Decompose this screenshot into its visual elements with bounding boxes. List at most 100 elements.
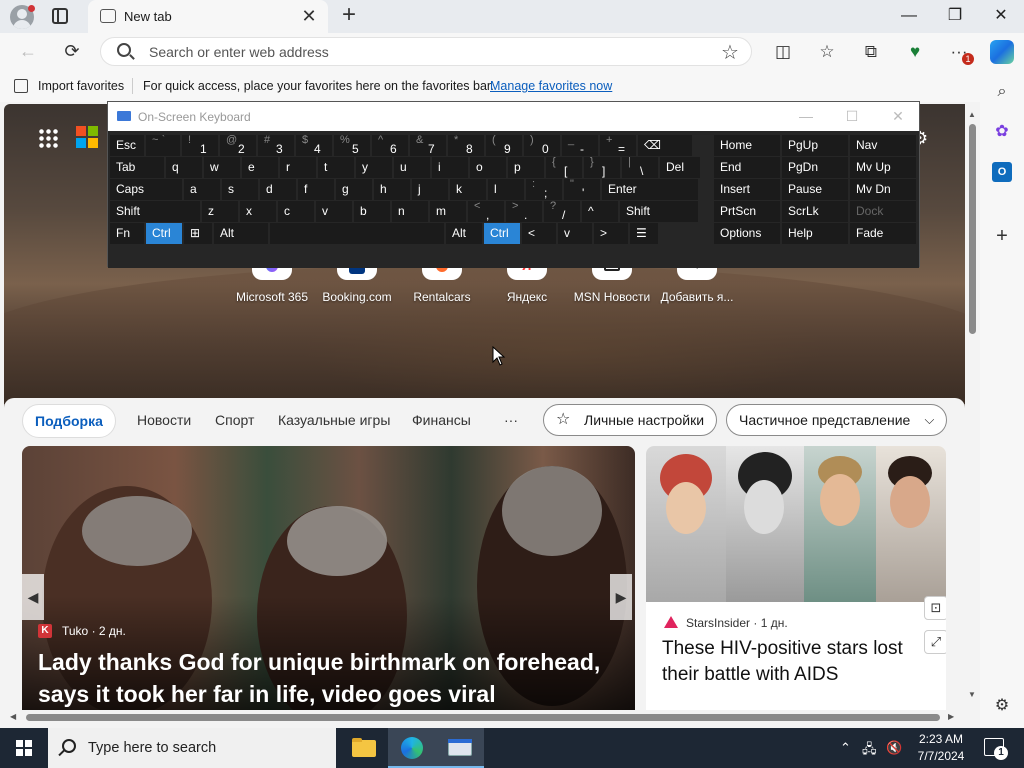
osk-key[interactable]: w	[204, 157, 240, 178]
feed-tab-sport[interactable]: Спорт	[215, 404, 254, 438]
back-button[interactable]: ←	[16, 40, 40, 64]
scroll-right-icon[interactable]: ▶	[948, 712, 954, 721]
osk-key[interactable]: r	[280, 157, 316, 178]
osk-key[interactable]: u	[394, 157, 430, 178]
osk-nav-key[interactable]: End	[714, 157, 780, 178]
tab-close-button[interactable]: ✕	[298, 5, 320, 27]
osk-key[interactable]: s	[222, 179, 258, 200]
osk-key[interactable]: v	[558, 223, 592, 244]
start-button[interactable]	[0, 728, 48, 768]
osk-title-bar[interactable]: On-Screen Keyboard — ☐ ✕	[108, 102, 919, 131]
osk-key[interactable]: n	[392, 201, 428, 222]
osk-key[interactable]: | \	[622, 157, 658, 178]
osk-key[interactable]: >	[594, 223, 628, 244]
osk-nav-key[interactable]: PrtScn	[714, 201, 780, 222]
osk-key[interactable]: " '	[564, 179, 600, 200]
taskbar-search-box[interactable]: Type here to search	[48, 728, 336, 768]
feed-tab-selected[interactable]: Подборка	[22, 404, 116, 438]
osk-close-button[interactable]: ✕	[875, 104, 921, 129]
main-news-card[interactable]: K Tuko · 2 дн. Lady thanks God for uniqu…	[22, 446, 635, 710]
osk-key[interactable]: l	[488, 179, 524, 200]
add-favorite-star-icon[interactable]: ☆	[721, 40, 739, 65]
osk-key[interactable]: e	[242, 157, 278, 178]
image-search-icon[interactable]: ⊡	[924, 596, 946, 620]
osk-key[interactable]: @2	[220, 135, 256, 156]
osk-minimize-button[interactable]: —	[783, 104, 829, 129]
osk-key[interactable]: (9	[486, 135, 522, 156]
osk-key[interactable]: Esc	[110, 135, 144, 156]
outlook-icon[interactable]: O	[992, 162, 1012, 182]
side-card-title[interactable]: These HIV-positive stars lost their batt…	[662, 636, 942, 688]
vertical-scrollbar[interactable]: ▲ ▼	[965, 104, 980, 710]
osk-key[interactable]: <	[522, 223, 556, 244]
add-icon[interactable]: +	[992, 226, 1012, 246]
view-dropdown[interactable]: Частичное представление ⌵	[726, 404, 948, 436]
feed-tab-finance[interactable]: Финансы	[412, 404, 471, 438]
manage-favorites-link[interactable]: Manage favorites now	[490, 79, 612, 93]
osk-key[interactable]: j	[412, 179, 448, 200]
osk-key[interactable]: y	[356, 157, 392, 178]
osk-key[interactable]: i	[432, 157, 468, 178]
osk-key[interactable]: x	[240, 201, 276, 222]
osk-key[interactable]: Tab	[110, 157, 164, 178]
osk-key[interactable]: $4	[296, 135, 332, 156]
osk-key[interactable]: ) 0	[524, 135, 560, 156]
feed-more-button[interactable]: ···	[504, 404, 518, 438]
osk-key[interactable]: :;	[526, 179, 562, 200]
osk-key[interactable]: g	[336, 179, 372, 200]
osk-nav-key[interactable]: Mv Dn	[850, 179, 916, 200]
osk-key[interactable]: Alt	[214, 223, 268, 244]
feed-tab-casual-games[interactable]: Казуальные игры	[278, 404, 390, 438]
osk-key[interactable]: k	[450, 179, 486, 200]
carousel-prev-button[interactable]: ◀	[22, 574, 44, 620]
osk-key[interactable]: ⊞	[184, 223, 212, 244]
browser-essentials-icon[interactable]: ♥	[904, 41, 926, 63]
osk-key[interactable]: Ctrl	[146, 223, 182, 244]
tray-overflow-icon[interactable]: ⌃	[840, 740, 851, 756]
horizontal-scrollbar[interactable]: ◀ ▶	[4, 710, 965, 725]
osk-key[interactable]: ^ 6	[372, 135, 408, 156]
osk-key[interactable]: z	[202, 201, 238, 222]
osk-nav-key[interactable]: Mv Up	[850, 157, 916, 178]
osk-key[interactable]: ⌫	[638, 135, 692, 156]
osk-key[interactable]: <,	[468, 201, 504, 222]
edge-taskbar-button[interactable]	[388, 728, 436, 768]
side-news-card[interactable]: StarsInsider · 1 дн. These HIV-positive …	[646, 446, 946, 710]
osk-key[interactable]: ^	[582, 201, 618, 222]
osk-nav-key[interactable]: PgDn	[782, 157, 848, 178]
osk-nav-key[interactable]: Dock	[850, 201, 916, 222]
copilot-icon[interactable]: ✿	[992, 122, 1012, 142]
osk-key[interactable]: p	[508, 157, 544, 178]
osk-key[interactable]: o	[470, 157, 506, 178]
osk-key[interactable]: + =	[600, 135, 636, 156]
osk-key[interactable]: >.	[506, 201, 542, 222]
osk-key[interactable]: b	[354, 201, 390, 222]
osk-key[interactable]: Enter	[602, 179, 698, 200]
osk-key[interactable]: Del	[660, 157, 700, 178]
file-explorer-taskbar-button[interactable]	[340, 728, 388, 768]
osk-key[interactable]: f	[298, 179, 334, 200]
osk-nav-key[interactable]: Help	[782, 223, 848, 244]
osk-nav-key[interactable]: Fade	[850, 223, 916, 244]
osk-key[interactable]: Shift	[110, 201, 200, 222]
osk-key[interactable]: q	[166, 157, 202, 178]
osk-key[interactable]: % 5	[334, 135, 370, 156]
volume-muted-icon[interactable]: 🔇	[886, 740, 902, 756]
osk-nav-key[interactable]: Home	[714, 135, 780, 156]
favorites-icon[interactable]: ☆	[816, 41, 838, 63]
address-bar[interactable]: Search or enter web address ☆	[100, 37, 752, 66]
osk-key[interactable]: ☰	[630, 223, 658, 244]
network-icon[interactable]: 🖧	[862, 740, 877, 762]
scroll-down-icon[interactable]: ▼	[968, 690, 976, 699]
osk-key[interactable]	[270, 223, 444, 244]
search-icon[interactable]: ⌕	[992, 82, 1012, 102]
window-minimize-button[interactable]: —	[886, 0, 932, 33]
osk-nav-key[interactable]: Nav	[850, 135, 916, 156]
osk-key[interactable]: Ctrl	[484, 223, 520, 244]
import-favorites-icon[interactable]	[14, 79, 28, 93]
osk-maximize-button[interactable]: ☐	[829, 104, 875, 129]
osk-nav-key[interactable]: Pause	[782, 179, 848, 200]
osk-key[interactable]: * 8	[448, 135, 484, 156]
horizontal-scroll-thumb[interactable]	[26, 714, 940, 721]
scroll-up-icon[interactable]: ▲	[968, 110, 976, 119]
